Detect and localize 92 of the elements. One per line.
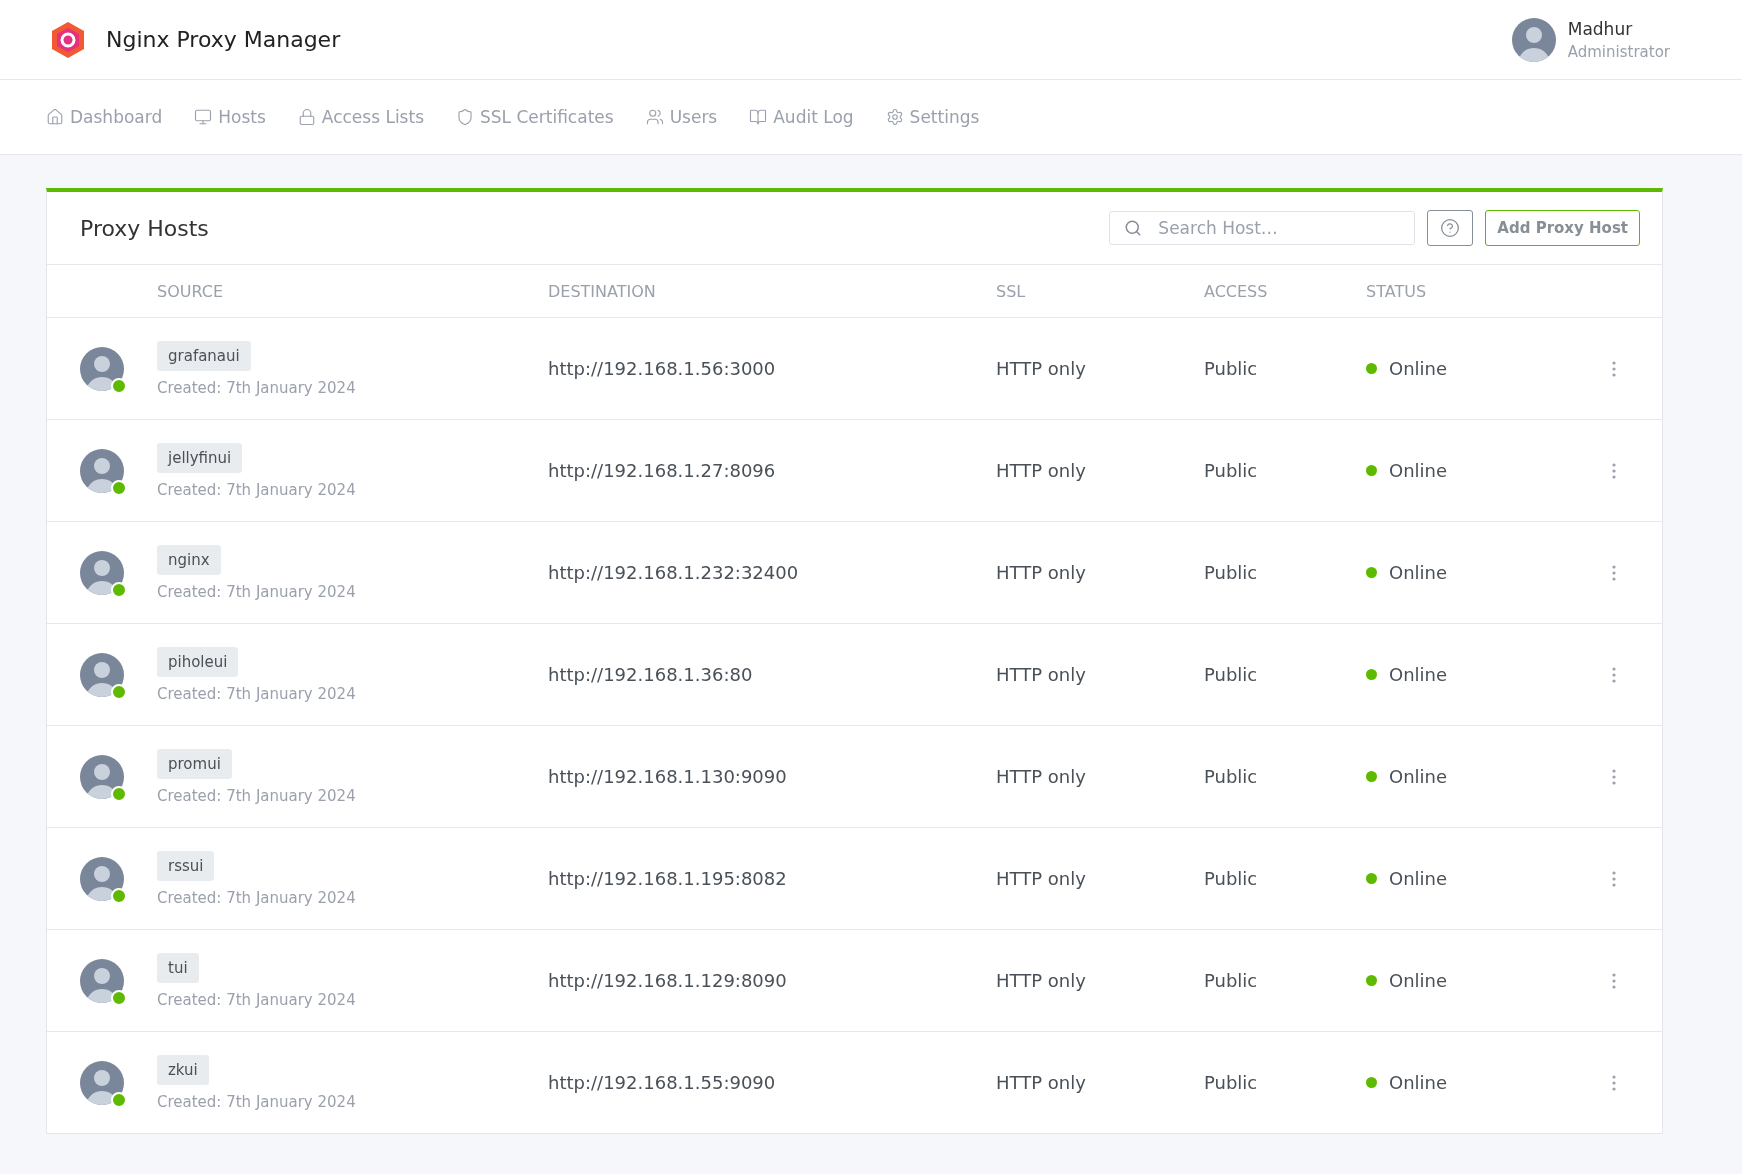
status-text: Online <box>1389 460 1448 481</box>
created-date: Created: 7th January 2024 <box>157 480 356 499</box>
created-date: Created: 7th January 2024 <box>157 888 356 907</box>
destination-cell-text: http://192.168.1.27:8096 <box>548 460 777 481</box>
status-text: Online <box>1389 766 1448 787</box>
ssl-cell-text: HTTP only <box>996 358 1087 379</box>
search-field[interactable]: Search Host… <box>1109 211 1416 245</box>
status-text: Online <box>1389 358 1448 379</box>
created-date: Created: 7th January 2024 <box>157 582 356 601</box>
nav-item[interactable]: Access Lists <box>297 107 424 127</box>
ssl-cell-text: HTTP only <box>996 460 1087 481</box>
source-tag: zkui <box>157 1054 209 1085</box>
nav-icon <box>456 108 474 126</box>
help-button[interactable] <box>1427 210 1474 246</box>
kebab-icon <box>1612 462 1616 479</box>
owner-avatar <box>80 346 124 391</box>
source-tag: rssui <box>157 850 215 881</box>
ssl-cell-text: HTTP only <box>996 562 1087 583</box>
column-header: STATUS <box>1366 281 1428 301</box>
owner-avatar <box>80 652 124 697</box>
column-header: DESTINATION <box>548 281 657 301</box>
nav-icon <box>297 108 316 126</box>
nav-icon <box>885 108 904 126</box>
created-date: Created: 7th January 2024 <box>157 378 356 397</box>
created-date: Created: 7th January 2024 <box>157 990 356 1009</box>
nav-icon <box>194 108 213 126</box>
nav-item[interactable]: Audit Log <box>749 107 854 127</box>
column-header: SSL <box>996 281 1027 301</box>
status-text: Online <box>1389 868 1448 889</box>
access-cell-text: Public <box>1204 460 1259 481</box>
access-cell-text: Public <box>1204 766 1259 787</box>
kebab-icon <box>1612 1074 1616 1091</box>
destination-cell-text: http://192.168.1.56:3000 <box>548 358 777 379</box>
user-name: Madhur <box>1567 18 1634 39</box>
destination-cell-text: http://192.168.1.232:32400 <box>548 562 800 583</box>
nav-item[interactable]: Settings <box>885 107 980 127</box>
ssl-cell-text: HTTP only <box>996 868 1087 889</box>
source-tag: jellyfinui <box>157 442 243 473</box>
destination-cell-text: http://192.168.1.129:8090 <box>548 970 788 991</box>
owner-avatar <box>80 1060 124 1105</box>
kebab-icon <box>1612 768 1616 785</box>
access-cell-text: Public <box>1204 970 1259 991</box>
destination-cell-text: http://192.168.1.130:9090 <box>548 766 788 787</box>
column-header: SOURCE <box>157 281 225 301</box>
access-cell-text: Public <box>1204 1072 1259 1093</box>
access-cell-text: Public <box>1204 562 1259 583</box>
owner-avatar <box>80 958 124 1003</box>
kebab-icon <box>1612 666 1616 683</box>
created-date: Created: 7th January 2024 <box>157 684 356 703</box>
access-cell-text: Public <box>1204 868 1259 889</box>
kebab-icon <box>1612 870 1616 887</box>
nav-item[interactable]: Dashboard <box>46 107 163 127</box>
ssl-cell-text: HTTP only <box>996 664 1087 685</box>
status-text: Online <box>1389 970 1448 991</box>
kebab-icon <box>1612 360 1616 377</box>
owner-avatar <box>80 448 124 493</box>
destination-cell-text: http://192.168.1.36:80 <box>548 664 754 685</box>
destination-cell-text: http://192.168.1.195:8082 <box>548 868 788 889</box>
destination-cell-text: http://192.168.1.55:9090 <box>548 1072 777 1093</box>
source-tag: piholeui <box>157 646 239 677</box>
created-date: Created: 7th January 2024 <box>157 786 356 805</box>
created-date: Created: 7th January 2024 <box>157 1092 356 1111</box>
help-icon <box>1440 218 1461 238</box>
status-text: Online <box>1389 562 1448 583</box>
column-header: ACCESS <box>1204 281 1269 301</box>
ssl-cell-text: HTTP only <box>996 970 1087 991</box>
owner-avatar <box>80 856 124 901</box>
status-text: Online <box>1389 1072 1448 1093</box>
nav-icon <box>645 108 664 126</box>
add-proxy-host-button[interactable]: Add Proxy Host <box>1485 210 1640 246</box>
nav-icon <box>749 108 768 126</box>
ssl-cell-text: HTTP only <box>996 766 1087 787</box>
status-text: Online <box>1389 664 1448 685</box>
kebab-icon <box>1612 972 1616 989</box>
search-icon <box>1124 219 1143 237</box>
ssl-cell-text: HTTP only <box>996 1072 1087 1093</box>
nav-item[interactable]: SSL Certificates <box>456 107 614 127</box>
card-title: Proxy Hosts <box>80 215 210 241</box>
source-tag: promui <box>157 748 232 779</box>
access-cell-text: Public <box>1204 358 1259 379</box>
nav-icon <box>46 108 64 126</box>
owner-avatar <box>80 754 124 799</box>
nav-item[interactable]: Hosts <box>194 107 266 127</box>
app-title: Nginx Proxy Manager <box>106 27 341 52</box>
access-cell-text: Public <box>1204 664 1259 685</box>
source-tag: tui <box>157 952 199 983</box>
kebab-icon <box>1612 564 1616 581</box>
nav-item[interactable]: Users <box>645 107 718 127</box>
source-tag: nginx <box>157 544 221 575</box>
user-role: Administrator <box>1567 42 1670 61</box>
owner-avatar <box>80 550 124 595</box>
source-tag: grafanaui <box>157 340 251 371</box>
